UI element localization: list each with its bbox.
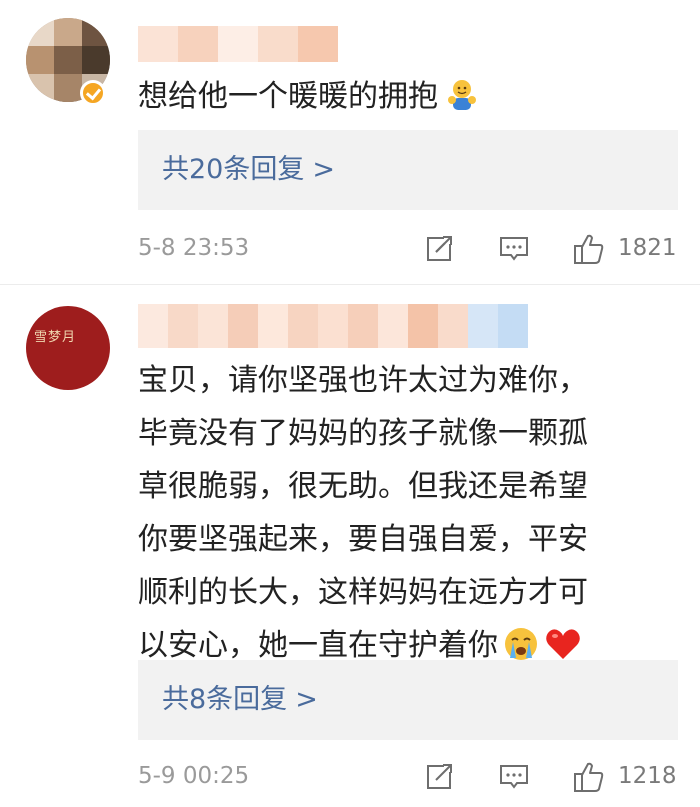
avatar-pixel [26,74,54,102]
comment-icon[interactable] [498,232,530,268]
blur-cell [468,304,498,348]
avatar[interactable]: 雪梦月 [26,306,110,390]
replies-link-text[interactable]: 共8条回复 > [162,680,318,720]
blur-cell [168,304,198,348]
thumbs-up-icon[interactable] [572,232,606,270]
like-count: 1218 [618,763,677,789]
comment-line: 以安心，她一直在守护着你 [138,628,498,663]
blur-cell [198,304,228,348]
blur-cell [138,26,178,62]
avatar-pixel [26,46,54,74]
avatar-pixel [26,18,54,46]
thumbs-up-icon[interactable] [572,760,606,798]
avatar-pixel [54,46,82,74]
comment-text: 想给他一个暖暖的拥抱 [138,70,668,123]
replies-link[interactable]: 共8条回复 > [138,660,678,740]
chevron-right-icon: > [295,684,318,715]
blur-cell [218,26,258,62]
blur-cell [318,304,348,348]
hug-emoji-icon [444,77,480,113]
avatar-pixel [54,18,82,46]
comment-line: 宝贝，请你坚强也许太过为难你， [138,363,588,398]
blur-cell [258,26,298,62]
blur-cell [348,304,378,348]
share-icon[interactable] [424,232,456,268]
avatar-pixel [82,18,110,46]
comment-meta: 5-8 23:53 1821 [138,228,678,268]
blur-cell [288,304,318,348]
blur-cell [438,304,468,348]
username-blurred[interactable] [138,304,528,348]
avatar-logo-text: 雪梦月 [34,330,77,345]
avatar-pixel [54,74,82,102]
share-icon[interactable] [424,760,456,796]
comment-line: 顺利的长大，这样妈妈在远方才可 [138,575,588,610]
username-blurred[interactable] [138,26,338,62]
blur-cell [298,26,338,62]
timestamp: 5-8 23:53 [138,235,250,261]
comment-item: 想给他一个暖暖的拥抱 共20条回复 > 5-8 23:53 1821 [0,0,700,284]
comment-item: 雪梦月 宝贝，请你坚强也许太过为难你， 毕竟没有了妈妈的孩子就像一颗孤 草很脆弱，很… [0,284,700,807]
timestamp: 5-9 00:25 [138,763,250,789]
replies-link-text[interactable]: 共20条回复 > [162,150,335,190]
blur-cell [228,304,258,348]
blur-cell [378,304,408,348]
replies-link[interactable]: 共20条回复 > [138,130,678,210]
comment-meta: 5-9 00:25 1218 [138,756,678,796]
blur-cell [138,304,168,348]
crying-emoji-icon [502,625,540,663]
comment-line: 你要坚强起来，要自强自爱，平安 [138,522,588,557]
chevron-right-icon: > [312,154,335,185]
blur-cell [258,304,288,348]
like-count: 1821 [618,235,677,261]
blur-cell [178,26,218,62]
comment-line: 毕竟没有了妈妈的孩子就像一颗孤 [138,416,588,451]
replies-label: 共20条回复 [162,154,305,185]
comment-text-body: 想给他一个暖暖的拥抱 [138,79,438,114]
verified-badge-icon [80,80,106,106]
comment-text: 宝贝，请你坚强也许太过为难你， 毕竟没有了妈妈的孩子就像一颗孤 草很脆弱，很无助。但… [138,354,668,672]
comment-line: 草很脆弱，很无助。但我还是希望 [138,469,588,504]
avatar-pixel [82,46,110,74]
heart-emoji-icon [544,625,582,663]
comment-icon[interactable] [498,760,530,796]
blur-cell [408,304,438,348]
replies-label: 共8条回复 [162,684,288,715]
blur-cell [498,304,528,348]
